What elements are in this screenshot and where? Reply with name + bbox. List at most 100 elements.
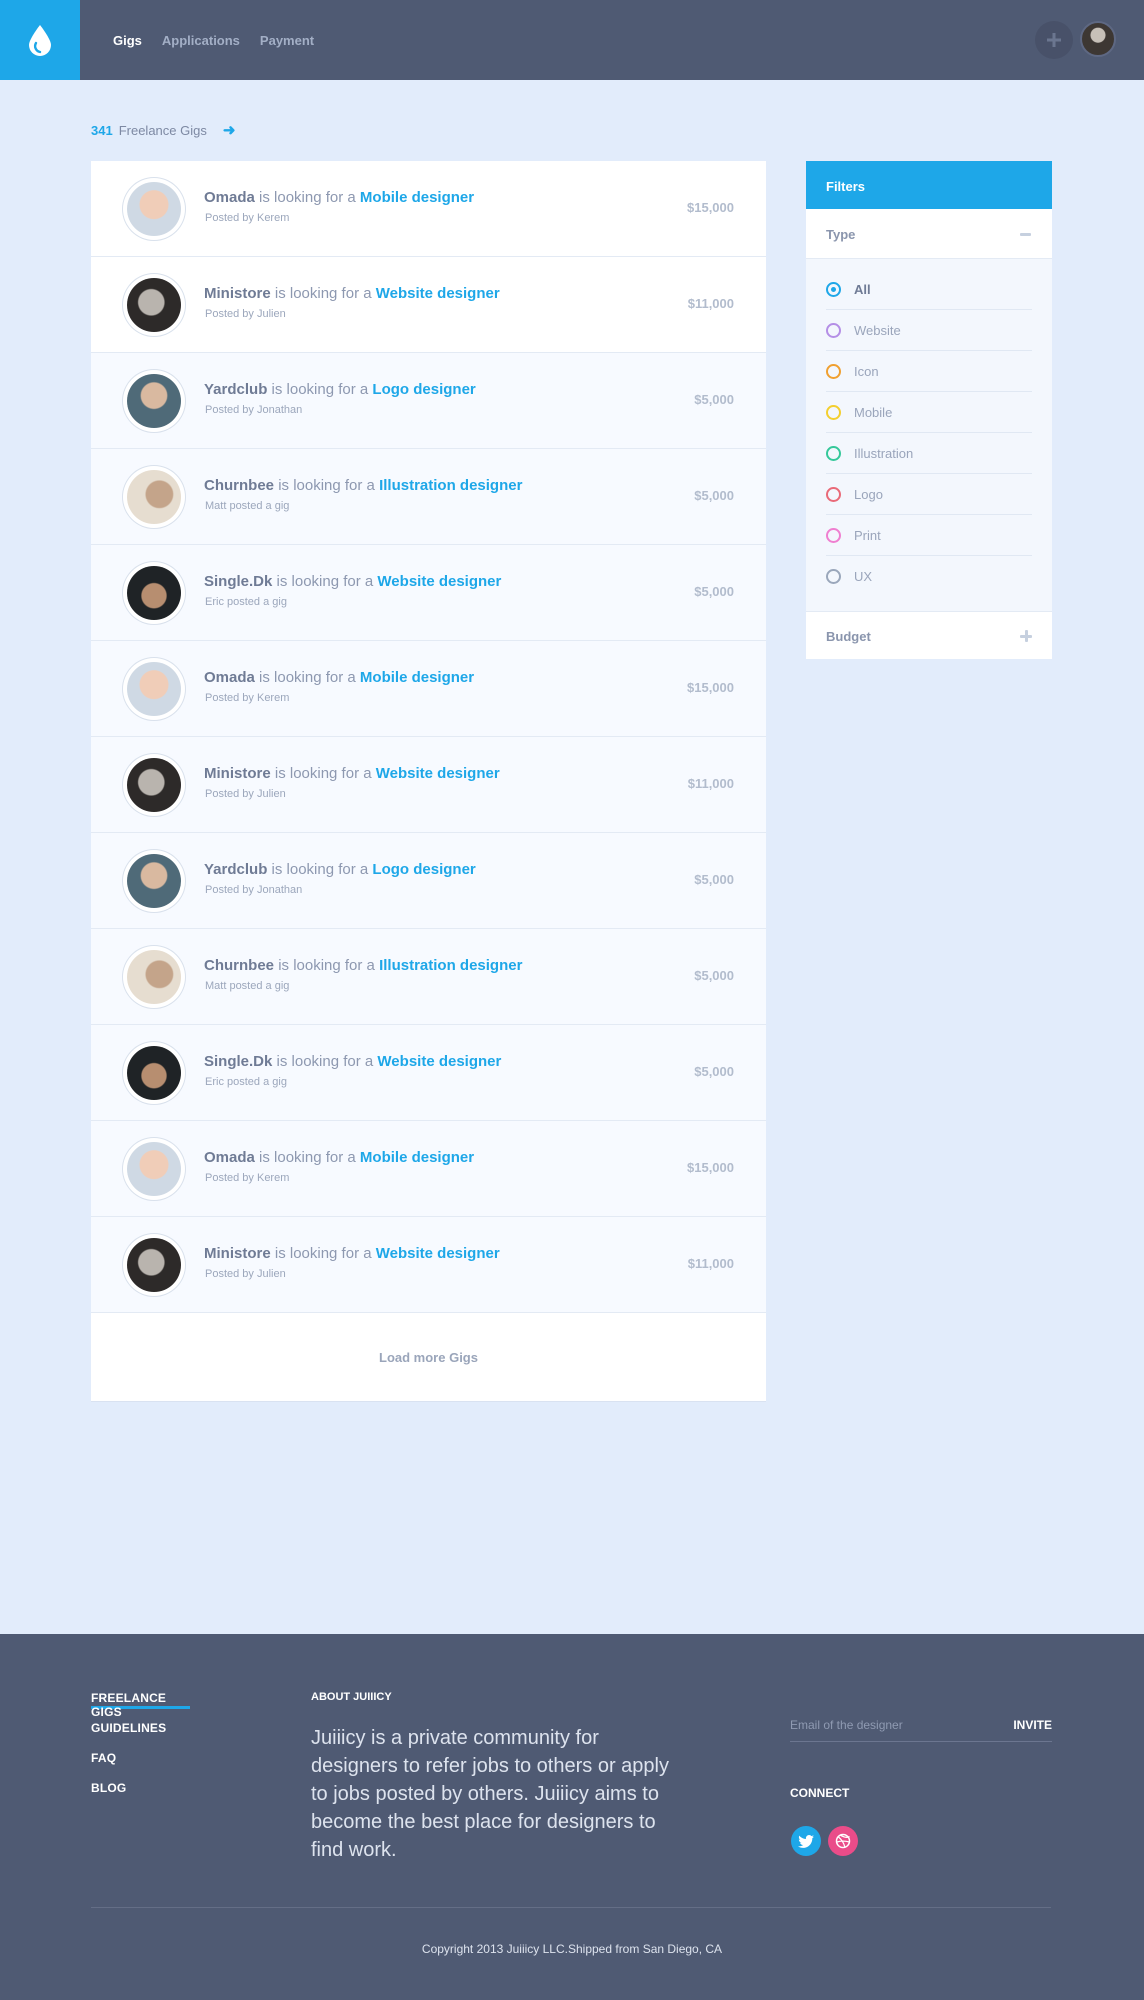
radio-icon[interactable] [826,569,841,584]
company-name[interactable]: Single.Dk [204,1053,272,1070]
role-link[interactable]: Logo designer [372,381,475,398]
filter-option-logo[interactable]: Logo [826,474,1032,515]
nav-applications[interactable]: Applications [162,33,240,48]
poster-avatar[interactable] [123,658,185,720]
posted-by: Posted by Jonathan [205,404,303,416]
radio-icon[interactable] [826,322,841,338]
filter-option-website[interactable]: Website [826,310,1032,351]
company-name[interactable]: Omada [204,189,255,206]
role-link[interactable]: Website designer [377,1053,501,1070]
gig-price: $11,000 [687,296,734,311]
role-link[interactable]: Website designer [377,573,501,590]
poster-avatar[interactable] [123,370,185,432]
gig-count-number: 341 [91,122,113,138]
company-name[interactable]: Ministore [204,1245,271,1262]
twitter-button[interactable] [791,1826,821,1856]
poster-avatar[interactable] [123,274,185,336]
gig-row[interactable]: Yardclub is looking for a Logo designer P… [91,833,766,929]
gig-row[interactable]: Churnbee is looking for a Illustration d… [91,449,766,545]
collapse-icon[interactable] [1020,233,1031,236]
footer-link-blog[interactable]: BLOG [91,1781,190,1811]
poster-avatar[interactable] [123,466,185,528]
filter-budget-header[interactable]: Budget [806,611,1052,659]
nav-gigs[interactable]: Gigs [113,33,142,48]
gig-title: Omada is looking for a Mobile designer [204,1149,474,1166]
poster-avatar[interactable] [123,1042,185,1104]
footer-link-guidelines[interactable]: GUIDELINES [91,1721,190,1751]
footer-link-freelance-gigs[interactable]: FREELANCE GIGS [91,1691,190,1719]
expand-icon[interactable] [1020,630,1032,642]
filter-option-all[interactable]: All [826,269,1032,310]
poster-avatar[interactable] [123,850,185,912]
arrow-right-icon[interactable]: ➜ [223,121,236,139]
gig-list: Omada is looking for a Mobile designer Po… [91,161,766,1401]
gig-row[interactable]: Ministore is looking for a Website desig… [91,737,766,833]
gig-title: Omada is looking for a Mobile designer [204,189,474,206]
role-link[interactable]: Mobile designer [360,189,474,206]
company-name[interactable]: Churnbee [204,477,274,494]
add-gig-button[interactable] [1035,21,1073,59]
role-link[interactable]: Illustration designer [379,477,522,494]
filter-option-mobile[interactable]: Mobile [826,392,1032,433]
poster-avatar[interactable] [123,946,185,1008]
gig-row[interactable]: Omada is looking for a Mobile designer Po… [91,641,766,737]
radio-icon[interactable] [826,486,841,502]
company-name[interactable]: Single.Dk [204,573,272,590]
role-link[interactable]: Website designer [376,1245,500,1262]
company-name[interactable]: Ministore [204,285,271,302]
load-more-button[interactable]: Load more Gigs [91,1313,766,1401]
role-link[interactable]: Website designer [376,285,500,302]
poster-avatar[interactable] [123,178,185,240]
filter-option-print[interactable]: Print [826,515,1032,556]
radio-icon[interactable] [826,281,841,297]
gig-connector: is looking for a [274,285,372,302]
poster-avatar[interactable] [123,754,185,816]
gig-row[interactable]: Ministore is looking for a Website desig… [91,1217,766,1313]
invite-button[interactable]: INVITE [1013,1718,1052,1732]
gig-connector: is looking for a [271,381,369,398]
gig-title: Churnbee is looking for a Illustration d… [204,477,522,494]
gig-title: Omada is looking for a Mobile designer [204,669,474,686]
role-link[interactable]: Illustration designer [379,957,522,974]
designer-email-input[interactable] [790,1718,990,1732]
company-name[interactable]: Churnbee [204,957,274,974]
gig-price: $5,000 [694,872,734,887]
radio-icon[interactable] [826,527,841,543]
company-name[interactable]: Yardclub [204,381,267,398]
role-link[interactable]: Logo designer [372,861,475,878]
company-name[interactable]: Omada [204,1149,255,1166]
gig-row[interactable]: Yardclub is looking for a Logo designer P… [91,353,766,449]
nav-payment[interactable]: Payment [260,33,314,48]
role-link[interactable]: Mobile designer [360,669,474,686]
filter-option-icon[interactable]: Icon [826,351,1032,392]
poster-avatar[interactable] [123,1138,185,1200]
gig-price: $11,000 [687,1256,734,1271]
logo[interactable] [0,0,80,80]
gig-row[interactable]: Single.Dk is looking for a Website desig… [91,545,766,641]
filter-type-header[interactable]: Type [806,209,1052,259]
company-name[interactable]: Omada [204,669,255,686]
filter-option-label: Website [854,322,901,338]
gig-row[interactable]: Omada is looking for a Mobile designer Po… [91,161,766,257]
role-link[interactable]: Website designer [376,765,500,782]
top-navbar: Gigs Applications Payment [0,0,1144,80]
gig-row[interactable]: Omada is looking for a Mobile designer Po… [91,1121,766,1217]
filter-option-illustration[interactable]: Illustration [826,433,1032,474]
gig-count: 341 Freelance Gigs ➜ [91,121,235,139]
poster-avatar[interactable] [123,562,185,624]
user-avatar[interactable] [1080,21,1116,57]
posted-by: Posted by Julien [205,1268,286,1280]
gig-row[interactable]: Ministore is looking for a Website desig… [91,257,766,353]
radio-icon[interactable] [826,363,841,379]
radio-icon[interactable] [826,404,841,420]
radio-icon[interactable] [826,445,841,461]
dribbble-button[interactable] [828,1826,858,1856]
filter-option-ux[interactable]: UX [826,556,1032,597]
company-name[interactable]: Yardclub [204,861,267,878]
company-name[interactable]: Ministore [204,765,271,782]
gig-row[interactable]: Churnbee is looking for a Illustration d… [91,929,766,1025]
gig-row[interactable]: Single.Dk is looking for a Website desig… [91,1025,766,1121]
footer-link-faq[interactable]: FAQ [91,1751,190,1781]
role-link[interactable]: Mobile designer [360,1149,474,1166]
poster-avatar[interactable] [123,1234,185,1296]
